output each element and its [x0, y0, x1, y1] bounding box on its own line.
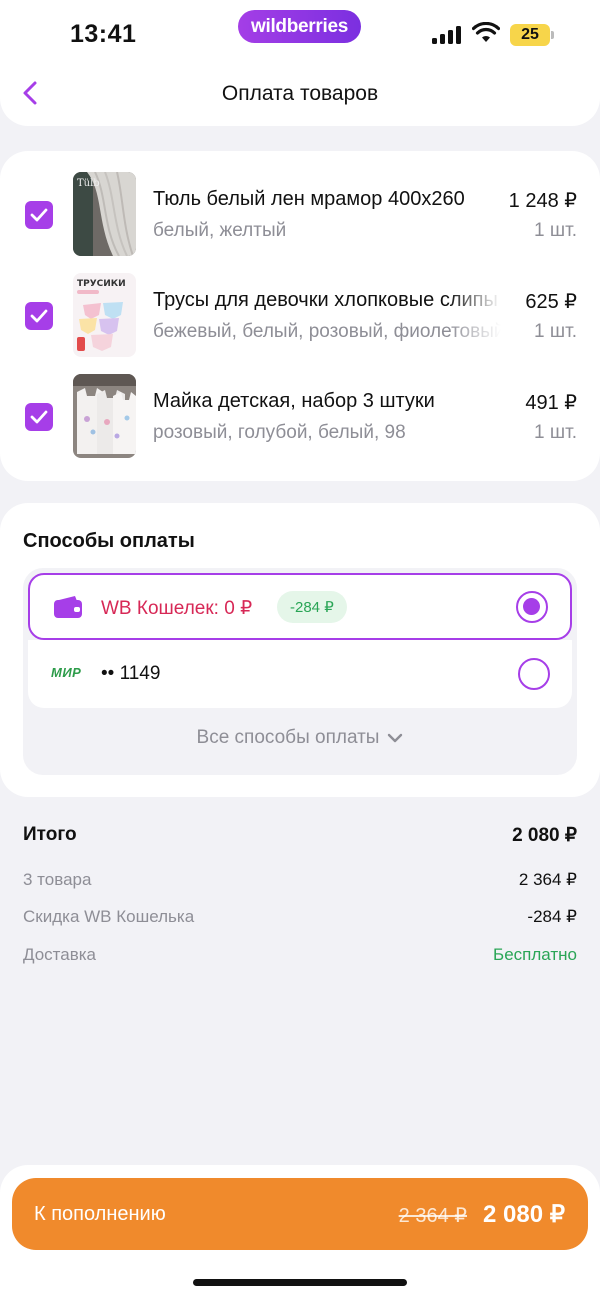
product-name[interactable]: Тюль белый лен мрамор 400х260	[153, 188, 501, 211]
product-thumbnail[interactable]	[73, 374, 136, 458]
items-value: 2 364 ₽	[518, 870, 577, 889]
check-icon	[30, 309, 48, 323]
battery-icon: 25	[510, 24, 554, 46]
wifi-icon	[472, 22, 500, 42]
product-variant: бежевый, белый, розовый, фиолетовый	[153, 321, 501, 342]
tank-top-image	[73, 374, 136, 458]
product-checkbox[interactable]	[25, 201, 53, 229]
old-price: 2 364 ₽	[398, 1205, 467, 1227]
underwear-image: ТРУСИКИ	[73, 273, 136, 357]
product-qty: 1 шт.	[534, 321, 577, 342]
pay-button-label: К пополнению	[34, 1203, 166, 1225]
items-label: 3 товара	[23, 870, 92, 889]
product-thumbnail[interactable]: ТРУСИКИ	[73, 273, 136, 357]
section-title: Способы оплаты	[23, 530, 195, 552]
cellular-signal-icon	[432, 26, 462, 44]
product-price: 1 248 ₽	[508, 190, 577, 212]
items-row: 3 товара 2 364 ₽	[23, 870, 577, 890]
thumb-brand-label: ТРУСИКИ	[77, 279, 126, 289]
discount-value: -284 ₽	[527, 907, 577, 926]
top-navigation-bar: Оплата товаров	[0, 64, 600, 126]
chevron-down-icon	[388, 733, 403, 743]
all-methods-label: Все способы оплаты	[196, 727, 380, 748]
status-time: 13:41	[70, 20, 137, 48]
total-row: Итого 2 080 ₽	[23, 824, 577, 847]
product-qty: 1 шт.	[534, 422, 577, 443]
card-number: •• 1149	[101, 663, 161, 684]
discount-row: Скидка WB Кошелька -284 ₽	[23, 907, 577, 927]
mir-card-icon: МИР	[51, 665, 82, 680]
page-title: Оплата товаров	[221, 82, 379, 105]
payment-option-wallet[interactable]: WB Кошелек: 0 ₽ -284 ₽	[28, 573, 572, 640]
delivery-row: Доставка Бесплатно	[23, 945, 577, 965]
all-payment-methods-button[interactable]: Все способы оплаты	[23, 727, 577, 749]
total-value: 2 080 ₽	[512, 825, 577, 846]
wallet-discount-badge: -284 ₽	[277, 591, 347, 623]
product-thumbnail[interactable]: Tülb	[73, 172, 136, 256]
product-variant: белый, желтый	[153, 220, 287, 241]
product-item: ТРУСИКИ Трусы для девочки хлопковые слип…	[0, 273, 600, 363]
product-qty: 1 шт.	[534, 220, 577, 241]
new-price: 2 080 ₽	[483, 1201, 565, 1228]
delivery-label: Доставка	[23, 945, 97, 964]
check-icon	[30, 410, 48, 424]
product-item: Майка детская, набор 3 штуки розовый, го…	[0, 374, 600, 464]
total-label: Итого	[23, 824, 77, 845]
product-price: 491 ₽	[525, 392, 577, 414]
delivery-value: Бесплатно	[493, 945, 577, 964]
card-radio[interactable]	[518, 658, 550, 690]
pay-button[interactable]: К пополнению 2 364 ₽ 2 080 ₽	[12, 1178, 588, 1250]
product-price: 625 ₽	[525, 291, 577, 313]
product-variant: розовый, голубой, белый, 98	[153, 422, 406, 443]
discount-label: Скидка WB Кошелька	[23, 907, 195, 926]
check-icon	[30, 208, 48, 222]
status-bar: 13:41 wildberries 25	[0, 0, 600, 64]
product-checkbox[interactable]	[25, 403, 53, 431]
product-name[interactable]: Трусы для девочки хлопковые слипы	[153, 289, 501, 312]
wallet-label: WB Кошелек: 0 ₽	[101, 598, 253, 619]
products-card: Tülb Тюль белый лен мрамор 400х260 белый…	[0, 151, 600, 481]
wallet-radio[interactable]	[516, 591, 548, 623]
brand-pill: wildberries	[238, 10, 361, 43]
product-checkbox[interactable]	[25, 302, 53, 330]
curtain-image: Tülb	[73, 172, 136, 256]
home-indicator[interactable]	[193, 1279, 407, 1286]
battery-level: 25	[510, 24, 550, 46]
product-item: Tülb Тюль белый лен мрамор 400х260 белый…	[0, 172, 600, 262]
payment-option-card[interactable]: МИР •• 1149	[28, 640, 572, 708]
product-name[interactable]: Майка детская, набор 3 штуки	[153, 390, 501, 413]
wallet-icon	[54, 596, 82, 618]
thumb-brand-label: Tülb	[77, 178, 100, 189]
